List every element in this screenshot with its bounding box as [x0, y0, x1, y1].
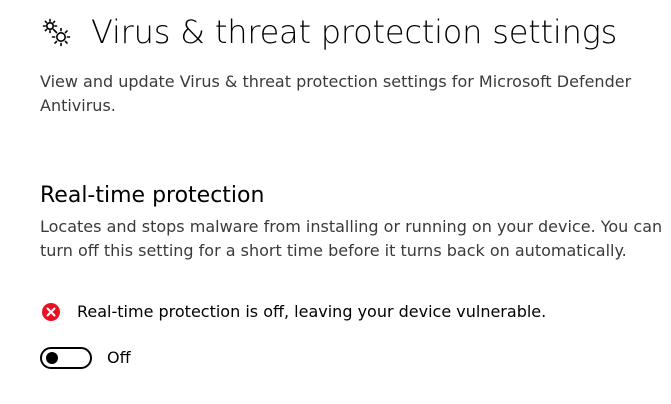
toggle-state-label: Off	[107, 348, 131, 367]
realtime-status-text: Real-time protection is off, leaving you…	[77, 302, 547, 321]
page-title: Virus & threat protection settings	[91, 13, 618, 51]
realtime-protection-heading: Real-time protection	[40, 183, 265, 208]
realtime-status-alert: Real-time protection is off, leaving you…	[40, 300, 546, 324]
realtime-protection-toggle[interactable]	[40, 347, 92, 369]
realtime-protection-description: Locates and stops malware from installin…	[40, 217, 663, 260]
page-header: Virus & threat protection settings	[40, 10, 617, 54]
page-description: View and update Virus & threat protectio…	[40, 72, 632, 115]
realtime-protection-toggle-row[interactable]: Off	[40, 346, 131, 370]
gear-icon	[40, 16, 72, 48]
toggle-knob	[46, 352, 58, 364]
error-icon	[40, 301, 62, 323]
